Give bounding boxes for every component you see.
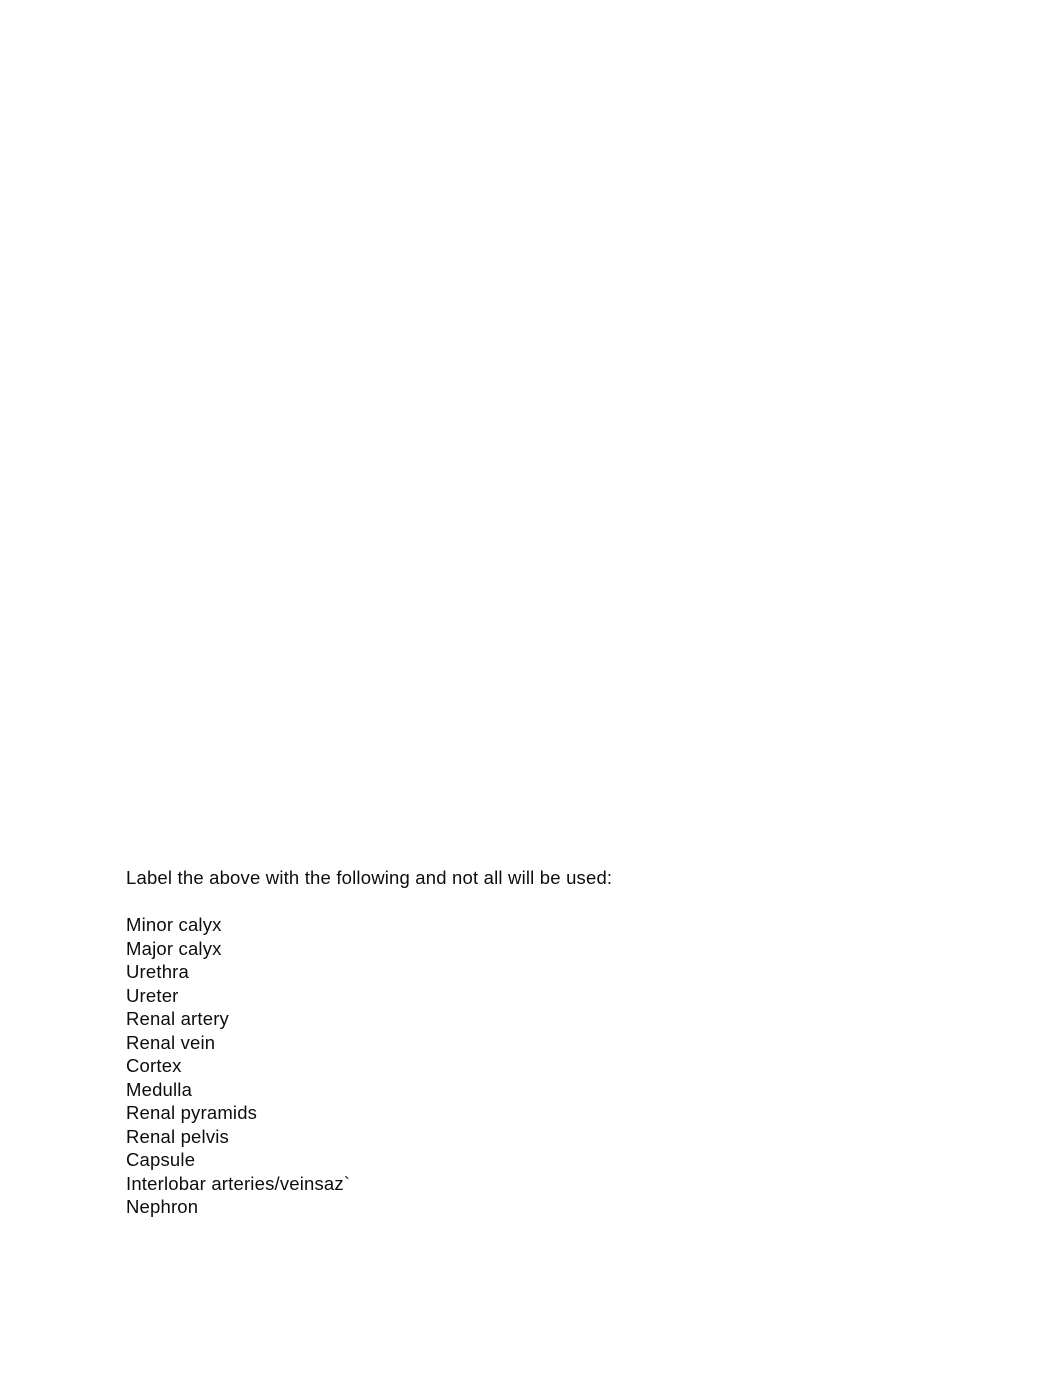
list-item: Renal pyramids [126,1102,258,1123]
document-page: Label the above with the following and n… [0,0,1062,1377]
document-text-body: Label the above with the following and n… [126,866,966,1219]
list-item: Interlobar arteries/veinsaz` [126,1172,351,1194]
list-item: Ureter [126,984,179,1006]
instruction-text: Label the above with the following and n… [126,867,613,888]
list-item: Renal artery [126,1008,229,1029]
figure-placeholder-blank-area [0,0,1062,858]
list-item: Minor calyx [126,914,222,935]
label-options-list: Minor calyx Major calyx Urethra Ureter R… [126,913,966,1219]
list-item: Cortex [126,1055,182,1076]
list-item: Renal pelvis [126,1125,229,1147]
list-item: Capsule [126,1149,196,1170]
list-item: Urethra [126,961,189,982]
list-item: Renal vein [126,1031,216,1053]
list-item: Nephron [126,1196,199,1217]
list-item: Major calyx [126,937,222,959]
list-item: Medulla [126,1078,193,1100]
